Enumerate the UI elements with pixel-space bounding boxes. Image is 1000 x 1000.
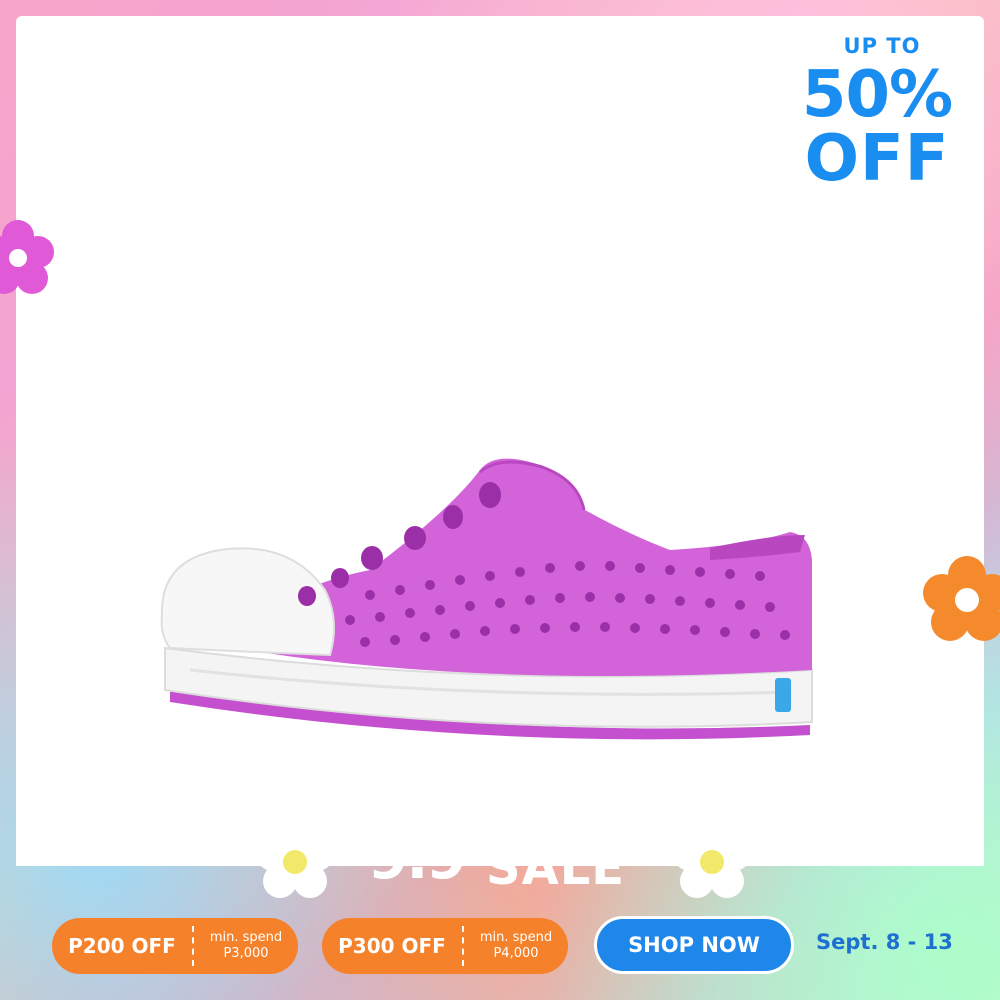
discount-off: OFF	[804, 122, 950, 196]
discount-percent: 50%	[801, 58, 953, 132]
slip-on-sneaker-image	[160, 458, 813, 740]
voucher-p200[interactable]: P200 OFF min. spend P3,000	[52, 918, 298, 974]
shop-now-button[interactable]: SHOP NOW	[594, 916, 794, 974]
voucher-amount: P200 OFF	[68, 934, 176, 958]
voucher-amount: P300 OFF	[338, 934, 446, 958]
voucher-min-spend: min. spend P4,000	[464, 930, 568, 963]
event-sale-title: SALE	[486, 840, 626, 896]
voucher-min-label: min. spend	[209, 929, 283, 945]
voucher-min-label: min. spend	[479, 929, 553, 945]
orange-flower-icon	[923, 556, 1000, 641]
event-number: 9.9	[368, 824, 467, 892]
event-title: 9.9 MEGA BRANDS SALE	[250, 820, 750, 900]
voucher-min-value: P3,000	[223, 946, 269, 961]
discount-up-to: UP TO	[843, 34, 921, 58]
voucher-p300[interactable]: P300 OFF min. spend P4,000	[322, 918, 568, 974]
voucher-min-value: P4,000	[493, 946, 539, 961]
voucher-min-spend: min. spend P3,000	[194, 930, 298, 963]
pink-flower-icon	[0, 220, 54, 294]
discount-badge: UP TO 50% OFF	[792, 34, 962, 196]
event-dates: Sept. 8 - 13	[816, 930, 953, 954]
